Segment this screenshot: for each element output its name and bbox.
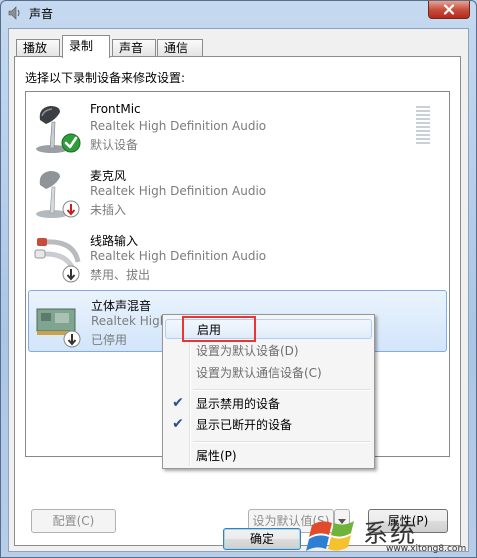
list-item-microphone[interactable]: 麦克风 Realtek High Definition Audio 未插入 — [28, 161, 447, 223]
windows-logo-icon — [306, 521, 354, 551]
menu-item-show-disconnected[interactable]: ✔ 显示已断开的设备 — [165, 415, 372, 435]
microphone-default-icon — [36, 106, 81, 153]
speaker-icon — [8, 6, 20, 20]
level-meter — [416, 106, 430, 146]
tab-sounds[interactable]: 声音 — [112, 39, 156, 57]
menu-item-label: 设置为默认通信设备(C) — [196, 366, 322, 380]
device-name: 立体声混音 — [91, 299, 152, 313]
device-driver: Realtek High Definition Audio — [90, 119, 267, 133]
device-status: 禁用、拔出 — [90, 268, 151, 282]
title-bar[interactable]: 声音 — [1, 1, 476, 27]
tab-communications[interactable]: 通信 — [157, 39, 203, 57]
list-item-frontmic[interactable]: FrontMic Realtek High Definition Audio 默… — [28, 96, 447, 158]
tab-playback[interactable]: 播放 — [16, 39, 60, 57]
menu-item-show-disabled[interactable]: ✔ 显示禁用的设备 — [165, 394, 372, 414]
menu-item-label: 设置为默认设备(D) — [196, 344, 299, 358]
configure-button[interactable]: 配置(C) — [31, 509, 116, 533]
recording-panel: 选择以下录制设备来修改设置: FrontMic Realtek High Def… — [14, 56, 461, 546]
device-status: 默认设备 — [90, 138, 139, 152]
device-name: FrontMic — [90, 102, 141, 116]
line-in-cable-icon — [34, 238, 81, 283]
menu-item-label: 显示已断开的设备 — [196, 418, 293, 432]
instruction-text: 选择以下录制设备来修改设置: — [25, 71, 186, 85]
menu-item-label: 显示禁用的设备 — [196, 397, 281, 411]
menu-separator — [193, 389, 370, 391]
device-name: 麦克风 — [90, 169, 127, 183]
checkmark-icon: ✔ — [172, 395, 184, 411]
device-name: 线路输入 — [90, 234, 139, 248]
menu-item-set-default-comm-device[interactable]: 设置为默认通信设备(C) — [165, 363, 372, 383]
watermark-url: www.xitong8.com — [386, 544, 467, 554]
microphone-unplugged-icon — [36, 171, 80, 218]
device-status: 未插入 — [90, 203, 127, 217]
device-driver: Realtek High Definition Audio — [90, 184, 267, 198]
device-driver: Realtek High Definition Audio — [90, 249, 267, 263]
site-watermark-logo: 系统 www.xitong8.com — [306, 513, 474, 557]
highlight-annotation-box — [182, 316, 256, 342]
menu-separator — [193, 441, 370, 443]
menu-item-label: 属性(P) — [196, 449, 237, 463]
sound-card-icon — [36, 308, 81, 348]
tab-recording[interactable]: 录制 — [62, 35, 110, 58]
close-icon — [443, 4, 455, 15]
menu-item-properties[interactable]: 属性(P) — [165, 446, 372, 466]
close-button[interactable] — [428, 1, 470, 19]
checkmark-icon: ✔ — [172, 416, 184, 432]
dialog-client-area: 播放 录制 声音 通信 选择以下录制设备来修改设置: FrontMic Real… — [8, 28, 469, 552]
device-status: 已停用 — [91, 333, 128, 347]
ok-button[interactable]: 确定 — [223, 528, 301, 550]
menu-item-set-default-device[interactable]: 设置为默认设备(D) — [165, 341, 372, 361]
list-item-line-in[interactable]: 线路输入 Realtek High Definition Audio 禁用、拔出 — [28, 226, 447, 288]
sound-dialog-window: 声音 播放 录制 声音 通信 选择以下录制设备来修改设置: FrontMic R… — [0, 0, 477, 558]
window-title: 声音 — [29, 7, 54, 21]
